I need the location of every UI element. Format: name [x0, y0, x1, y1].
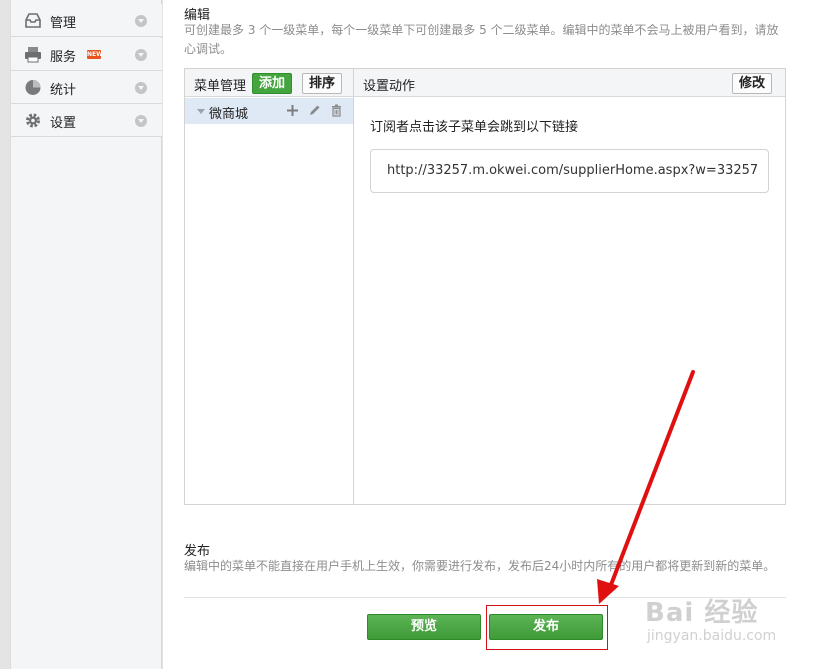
menu-editor-panel: 菜单管理 添加 排序 微商城 设置动作 修改 订阅者点击该子菜单会跳到以下链接 … [184, 68, 786, 505]
edit-description-line1: 可创建最多 3 个一级菜单，每个一级菜单下可创建最多 5 个二级菜单。编辑中的菜… [184, 23, 779, 37]
chevron-down-icon[interactable] [135, 115, 147, 127]
sidebar-item-label: 管理 [50, 16, 77, 31]
modify-button[interactable]: 修改 [732, 73, 773, 94]
menu-manager-title: 菜单管理 [194, 79, 247, 94]
trash-icon[interactable] [330, 104, 343, 117]
sidebar-item-settings[interactable]: 设置 [11, 104, 162, 137]
sidebar-item-label: 服务 [50, 50, 77, 65]
link-display[interactable]: http://33257.m.okwei.com/supplierHome.as… [370, 149, 769, 193]
menu-item[interactable]: 微商城 [185, 98, 353, 124]
new-badge: NEW [87, 50, 103, 59]
menu-manager-header: 菜单管理 添加 排序 [185, 69, 353, 97]
chevron-down-icon[interactable] [135, 82, 147, 94]
divider [184, 597, 786, 598]
highlight-box [486, 605, 608, 650]
menu-item-label: 微商城 [209, 107, 249, 122]
main-content: 编辑 可创建最多 3 个一级菜单，每个一级菜单下可创建最多 5 个二级菜单。编辑… [163, 0, 840, 669]
pencil-icon[interactable] [308, 104, 321, 117]
sidebar-item-service[interactable]: 服务 NEW [11, 38, 162, 71]
action-column: 设置动作 修改 订阅者点击该子菜单会跳到以下链接 http://33257.m.… [354, 69, 785, 504]
add-menu-button[interactable]: 添加 [252, 73, 293, 94]
gear-icon [24, 112, 42, 129]
sidebar-item-label: 设置 [50, 116, 77, 131]
sort-menu-button[interactable]: 排序 [302, 73, 343, 94]
add-submenu-icon[interactable] [286, 104, 299, 117]
sidebar-item-manage[interactable]: 管理 [11, 4, 162, 37]
chevron-down-icon[interactable] [135, 49, 147, 61]
menu-manager-column: 菜单管理 添加 排序 微商城 [185, 69, 354, 504]
action-description: 订阅者点击该子菜单会跳到以下链接 [370, 120, 579, 135]
action-header: 设置动作 修改 [354, 69, 785, 97]
chevron-down-icon[interactable] [135, 15, 147, 27]
publish-description: 编辑中的菜单不能直接在用户手机上生效，你需要进行发布，发布后24小时内所有的用户… [184, 559, 776, 573]
printer-icon [24, 46, 42, 63]
preview-button[interactable]: 预览 [367, 614, 481, 640]
edit-description-line2: 心调试。 [184, 42, 233, 56]
sidebar-item-stats[interactable]: 统计 [11, 71, 162, 104]
sidebar: 管理 服务 NEW 统计 设置 [10, 0, 162, 669]
pie-chart-icon [24, 79, 42, 96]
action-title: 设置动作 [363, 79, 416, 94]
sidebar-item-label: 统计 [50, 83, 77, 98]
caret-down-icon[interactable] [197, 109, 205, 114]
inbox-icon [24, 12, 42, 29]
